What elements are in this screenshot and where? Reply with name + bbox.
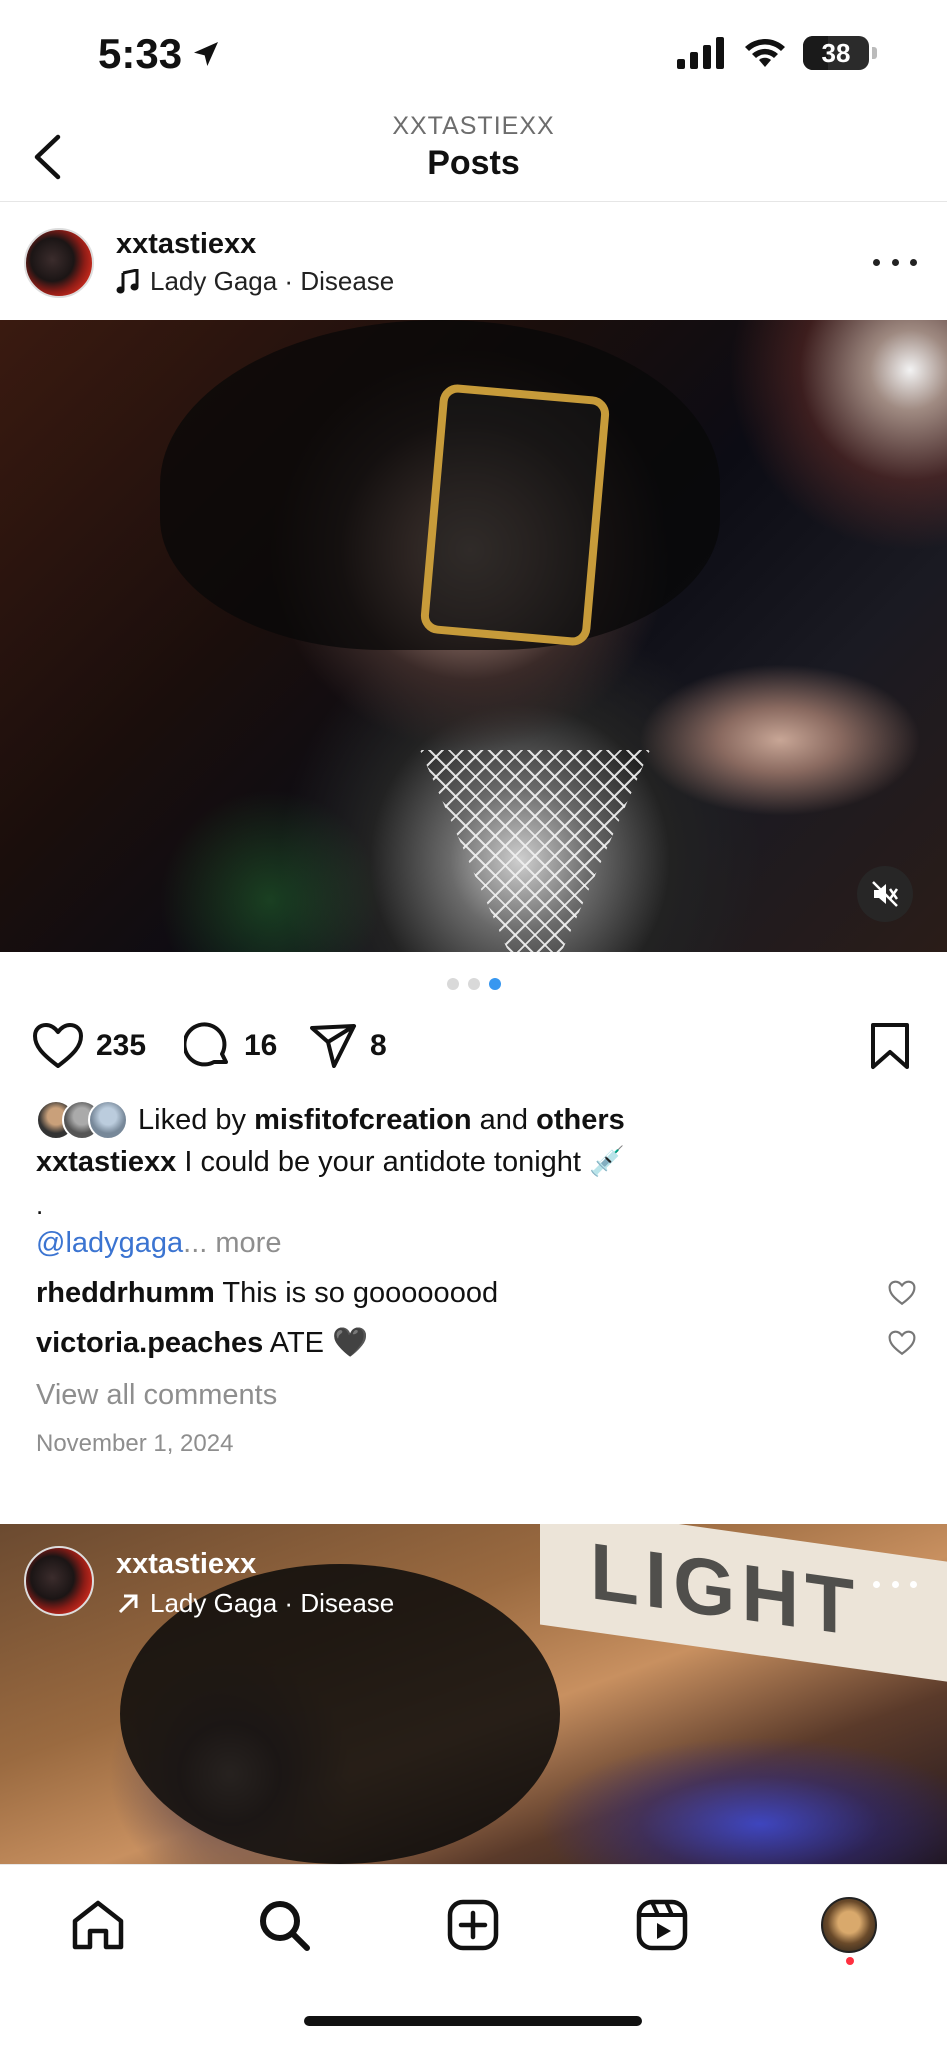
status-indicators: 38 (677, 36, 877, 70)
more-dot (910, 1580, 917, 1588)
paper-plane-icon (310, 1024, 356, 1068)
speaker-muted-icon (872, 881, 899, 907)
tab-search[interactable] (252, 1893, 316, 1957)
avatar[interactable] (24, 1546, 94, 1616)
search-icon (260, 1901, 310, 1951)
media-figure-mask (419, 383, 611, 647)
more-dot (891, 258, 899, 266)
caption-text: I could be your antidote tonight 💉 (184, 1146, 626, 1178)
post-username[interactable]: xxtastiexx (116, 1548, 256, 1581)
comment-username[interactable]: rheddrhumm (36, 1277, 215, 1309)
status-time: 5:33 (98, 30, 222, 78)
carousel-dot-active (488, 978, 501, 990)
tab-home[interactable] (66, 1893, 130, 1957)
liked-by-and: and (479, 1103, 529, 1136)
caption-dot: . (36, 1190, 44, 1220)
post-audio[interactable]: Lady Gaga · Disease (116, 1588, 394, 1619)
heart-icon[interactable] (888, 1330, 916, 1356)
carousel-dot (467, 978, 480, 990)
mention-link[interactable]: @ladygaga (36, 1227, 183, 1259)
comment-row: victoria.peaches ATE 🖤 (36, 1326, 916, 1361)
account-name: XXTASTIEXX (392, 112, 555, 140)
view-all-comments-link[interactable]: View all comments (36, 1378, 916, 1413)
avatar[interactable] (24, 228, 94, 298)
comment-button[interactable]: 16 (184, 1018, 277, 1074)
battery-tip (872, 47, 877, 59)
comment-username[interactable]: victoria.peaches (36, 1327, 263, 1359)
cellular-signal-icon (677, 37, 724, 69)
liked-by-others[interactable]: others (536, 1104, 625, 1136)
status-bar: 5:33 38 (0, 0, 947, 112)
comment-text: ATE 🖤 (269, 1327, 369, 1359)
arrow-up-right-icon (118, 1594, 138, 1613)
liked-by-text: Liked by misfitofcreation and others (138, 1103, 625, 1138)
like-button[interactable]: 235 (32, 1018, 146, 1074)
post-actions: 235 16 8 (0, 1018, 947, 1074)
avatar (821, 1897, 877, 1953)
plus-square-icon (447, 1899, 499, 1951)
heart-icon (33, 1023, 83, 1068)
more-options-button[interactable] (873, 252, 917, 272)
liked-by-prefix: Liked by (138, 1103, 247, 1136)
liked-by-user[interactable]: misfitofcreation (254, 1104, 472, 1136)
notification-dot (846, 1957, 854, 1965)
wifi-icon (745, 39, 785, 67)
media-figure-netting (420, 750, 650, 952)
share-count: 8 (370, 1029, 387, 1062)
tab-create[interactable] (441, 1893, 505, 1957)
more-horizontal-icon (873, 258, 880, 266)
heart-icon[interactable] (888, 1280, 916, 1306)
comment-text: This is so goooooood (222, 1277, 499, 1309)
like-count: 235 (96, 1029, 147, 1062)
comment-count: 16 (244, 1029, 278, 1062)
post-audio[interactable]: Lady Gaga · Disease (116, 266, 394, 297)
home-icon (72, 1900, 124, 1950)
comment-bubble-icon (184, 1022, 228, 1067)
reels-icon (636, 1899, 688, 1951)
location-arrow-icon (194, 42, 219, 66)
caption-mention-line: @ladygaga... more (36, 1226, 916, 1261)
tab-reels[interactable] (630, 1893, 694, 1957)
post-header: xxtastiexx Lady Gaga · Disease (0, 1540, 947, 1640)
battery-indicator: 38 (803, 36, 869, 70)
mute-button[interactable] (857, 866, 913, 922)
liked-by-row[interactable]: Liked by misfitofcreation and others (36, 1100, 916, 1140)
comment-content: victoria.peaches ATE 🖤 (36, 1326, 368, 1361)
share-button[interactable]: 8 (308, 1018, 387, 1074)
page-title: Posts (427, 144, 520, 182)
liker-avatars (36, 1100, 128, 1140)
carousel-dots (0, 978, 947, 990)
music-note-icon (116, 268, 139, 293)
post-username[interactable]: xxtastiexx (116, 228, 256, 261)
post-caption: xxtastiexx I could be your antidote toni… (36, 1145, 916, 1180)
audio-label: Lady Gaga · Disease (150, 1588, 395, 1618)
bookmark-icon (871, 1023, 909, 1069)
home-indicator[interactable] (304, 2016, 642, 2026)
caption-username[interactable]: xxtastiexx (36, 1146, 176, 1178)
post-media[interactable] (0, 320, 947, 952)
more-horizontal-icon (873, 1580, 880, 1588)
carousel-dot (446, 978, 459, 990)
more-options-button[interactable] (873, 1574, 917, 1594)
post-date: November 1, 2024 (36, 1430, 234, 1457)
audio-label: Lady Gaga · Disease (150, 266, 395, 296)
save-button[interactable] (869, 1022, 911, 1075)
comment-content: rheddrhumm This is so goooooood (36, 1276, 498, 1311)
nav-header: XXTASTIEXX Posts (0, 112, 947, 202)
liker-avatar (88, 1100, 128, 1140)
battery-level: 38 (821, 37, 851, 68)
more-dot (910, 258, 917, 266)
post-header: xxtastiexx Lady Gaga · Disease (0, 204, 947, 322)
comment-row: rheddrhumm This is so goooooood (36, 1276, 916, 1311)
tab-profile[interactable] (817, 1893, 881, 1957)
time-label: 5:33 (98, 30, 183, 77)
more-link[interactable]: ... more (183, 1227, 281, 1259)
more-dot (891, 1580, 899, 1588)
